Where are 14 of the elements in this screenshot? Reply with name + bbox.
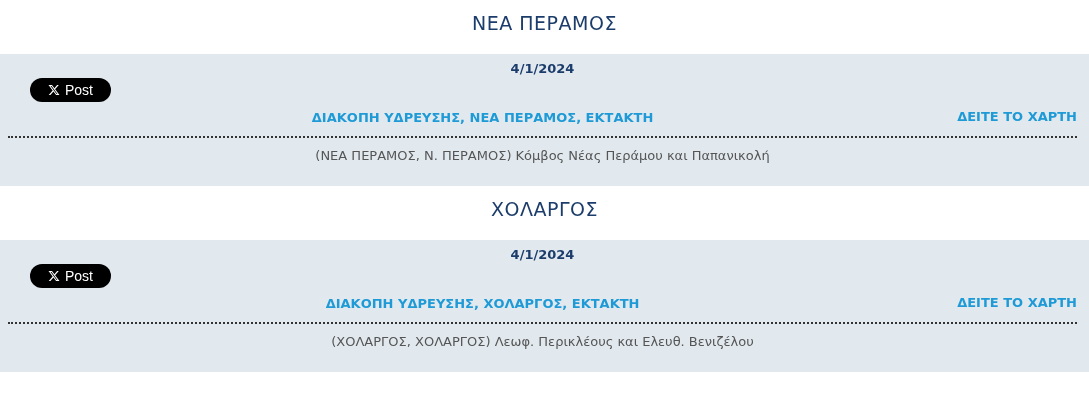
area-heading: ΝΕΑ ΠΕΡΑΜΟΣ (471, 11, 618, 36)
map-link[interactable]: ΔΕΙΤΕ ΤΟ ΧΑΡΤΗ (957, 107, 1077, 127)
notice-description: (ΝΕΑ ΠΕΡΑΜΟΣ, Ν. ΠΕΡΑΜΟΣ) Κόμβος Νέας Περάμου και Παπανικολή (314, 147, 771, 165)
post-button[interactable]: Post (30, 264, 111, 288)
post-button[interactable]: Post (30, 78, 111, 102)
notice-date: 4/1/2024 (509, 246, 576, 264)
notice-date: 4/1/2024 (509, 60, 576, 78)
map-link[interactable]: ΔΕΙΤΕ ΤΟ ΧΑΡΤΗ (957, 293, 1077, 313)
area-heading: ΧΟΛΑΡΓΟΣ (490, 197, 599, 222)
x-logo-icon (48, 84, 60, 96)
notice-title-link[interactable]: ΔΙΑΚΟΠΗ ΥΔΡΕΥΣΗΣ, ΝΕΑ ΠΕΡΑΜΟΣ, ΕΚΤΑΚΤΗ (311, 110, 654, 125)
notice-title-link[interactable]: ΔΙΑΚΟΠΗ ΥΔΡΕΥΣΗΣ, ΧΟΛΑΡΓΟΣ, ΕΚΤΑΚΤΗ (325, 296, 640, 311)
x-logo-icon (48, 270, 60, 282)
notice-description: (ΧΟΛΑΡΓΟΣ, ΧΟΛΑΡΓΟΣ) Λεωφ. Περικλέους και Ελευθ. Βενιζέλου (330, 333, 755, 351)
